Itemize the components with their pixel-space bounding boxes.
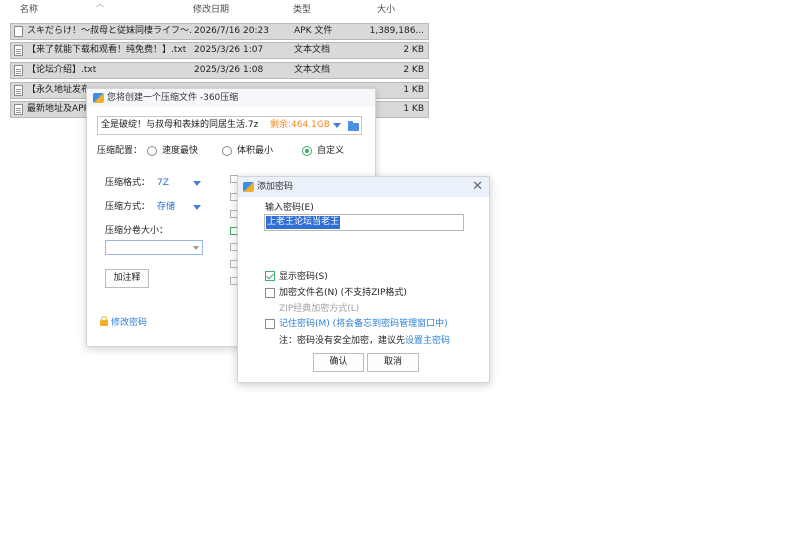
password-value: 上老王论坛当老王 — [266, 216, 341, 229]
file-row[interactable]: スキだらけ！～叔母と従妹同棲ライフ～... 2026/7/16 20:23 AP… — [10, 23, 429, 40]
show-password-label[interactable]: 显示密码(S) — [279, 271, 328, 283]
file-type: 文本文档 — [294, 65, 331, 75]
compress-titlebar[interactable]: 您将创建一个压缩文件 -360压缩 — [87, 89, 375, 107]
lock-icon — [100, 316, 108, 326]
ok-button[interactable]: 确认 — [313, 353, 364, 372]
compress-title: 您将创建一个压缩文件 -360压缩 — [107, 93, 239, 103]
split-size-combo[interactable] — [105, 240, 203, 255]
file-size: 1,389,186... — [369, 26, 424, 36]
option-speed[interactable]: 速度最快 — [162, 145, 198, 157]
file-type: 文本文档 — [294, 45, 331, 55]
text-file-icon — [14, 85, 23, 96]
file-size: 2 KB — [403, 45, 424, 55]
app-icon — [243, 182, 254, 192]
radio-size[interactable] — [222, 146, 232, 156]
option-size[interactable]: 体积最小 — [237, 145, 273, 157]
set-master-password-link[interactable]: 设置主密码 — [405, 336, 450, 346]
password-title: 添加密码 — [257, 182, 294, 192]
radio-custom[interactable] — [302, 146, 312, 156]
encrypt-names-label[interactable]: 加密文件名(N) (不支持ZIP格式) — [279, 287, 407, 299]
file-row[interactable]: 【论坛介绍】.txt 2025/3/26 1:08 文本文档 2 KB — [10, 62, 429, 79]
add-password-dialog: 添加密码 ✕ 输入密码(E) 上老王论坛当老王 显示密码(S) 加密文件名(N)… — [237, 176, 490, 383]
zip-classic-label: ZIP经典加密方式(L) — [279, 304, 360, 314]
chevron-down-icon[interactable] — [193, 246, 199, 250]
free-space: 剩余:464.1GB — [270, 120, 330, 130]
file-modified: 2026/7/16 20:23 — [194, 26, 269, 36]
sort-up-icon: ︿ — [96, 0, 104, 8]
file-modified: 2025/3/26 1:08 — [194, 65, 264, 75]
column-header-modified[interactable]: 修改日期 — [193, 0, 229, 20]
text-file-icon — [14, 104, 23, 115]
password-note: 注：密码没有安全加密，建议先设置主密码 — [279, 335, 450, 347]
password-input-label: 输入密码(E) — [265, 203, 314, 213]
file-size: 2 KB — [403, 65, 424, 75]
chevron-down-icon[interactable] — [333, 123, 341, 128]
remember-password-checkbox[interactable] — [265, 319, 275, 329]
file-name: スキだらけ！～叔母と従妹同棲ライフ～... — [27, 26, 191, 36]
column-header-type[interactable]: 类型 — [293, 0, 311, 20]
format-select[interactable]: 7Z — [157, 177, 169, 189]
file-modified: 2025/3/26 1:07 — [194, 45, 264, 55]
folder-icon[interactable] — [348, 121, 359, 131]
file-row[interactable]: 【来了就能下载和观看！纯免费！】.txt 2025/3/26 1:07 文本文档… — [10, 42, 429, 59]
split-label: 压缩分卷大小： — [105, 226, 169, 236]
column-header-size[interactable]: 大小 — [377, 0, 395, 20]
text-file-icon — [14, 45, 23, 56]
password-input[interactable]: 上老王论坛当老王 — [264, 214, 464, 231]
archive-path-field[interactable]: 全是破绽！与叔母和表妹的同居生活.7z 剩余:464.1GB — [97, 116, 362, 135]
password-titlebar[interactable]: 添加密码 ✕ — [238, 177, 489, 197]
file-type: APK 文件 — [294, 26, 333, 36]
file-name: 【来了就能下载和观看！纯免费！】.txt — [27, 45, 187, 55]
archive-path: 全是破绽！与叔母和表妹的同居生活.7z — [101, 120, 259, 130]
file-name: 最新地址及APP — [27, 104, 89, 114]
show-password-checkbox[interactable] — [265, 271, 275, 281]
text-file-icon — [14, 65, 23, 76]
radio-speed[interactable] — [147, 146, 157, 156]
method-select[interactable]: 存储 — [157, 201, 175, 213]
chevron-down-icon[interactable] — [193, 205, 201, 210]
file-name: 【论坛介绍】.txt — [27, 65, 97, 75]
option-custom[interactable]: 自定义 — [317, 145, 344, 157]
file-icon — [14, 26, 23, 37]
remember-password-label[interactable]: 记住密码(M) (将会备忘到密码管理窗口中) — [279, 318, 448, 330]
add-comment-button[interactable]: 加注释 — [105, 269, 149, 288]
app-icon — [93, 93, 104, 103]
chevron-down-icon[interactable] — [193, 181, 201, 186]
config-label: 压缩配置： — [97, 146, 143, 156]
format-label: 压缩格式： — [105, 178, 151, 188]
password-note-text: 注：密码没有安全加密，建议先 — [279, 336, 406, 346]
cancel-button[interactable]: 取消 — [367, 353, 419, 372]
change-password-link[interactable]: 修改密码 — [111, 317, 147, 329]
encrypt-names-checkbox[interactable] — [265, 288, 275, 298]
file-name: 【永久地址发布页】 — [27, 85, 87, 95]
column-header-name[interactable]: 名称 — [20, 0, 38, 20]
method-label: 压缩方式： — [105, 202, 151, 212]
close-icon[interactable]: ✕ — [472, 180, 483, 193]
